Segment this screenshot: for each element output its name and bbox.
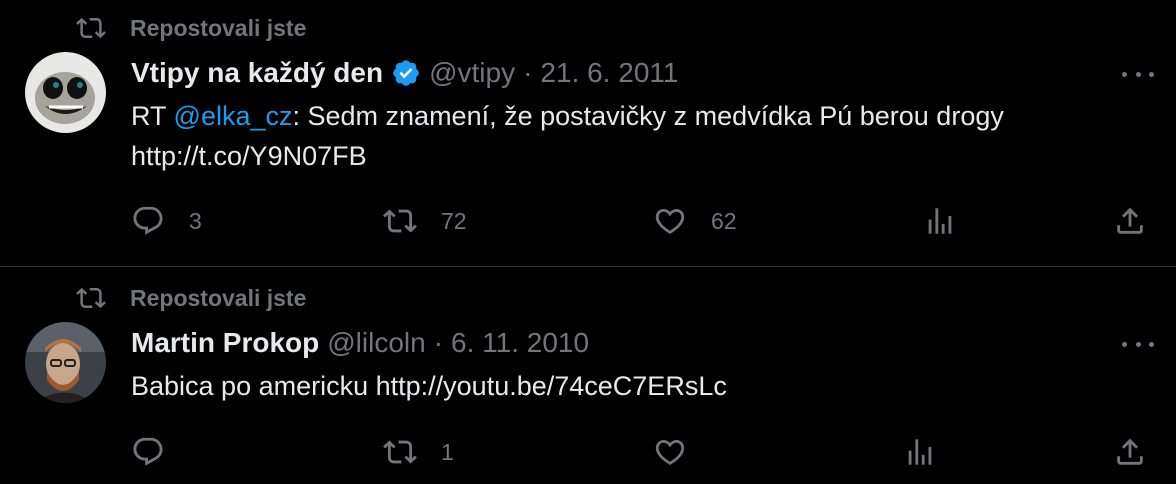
reply-icon [133,206,163,235]
reply-button[interactable] [131,432,189,472]
reply-count: 3 [189,207,202,234]
like-button[interactable]: 62 [653,201,737,241]
repost-count: 72 [441,207,467,234]
mention-link[interactable]: @elka_cz [174,101,293,131]
author-handle[interactable]: @vtipy [429,57,515,89]
views-icon [908,439,932,465]
like-button[interactable] [653,432,711,472]
tweet-text: RT @elka_cz: Sedm znamení, že postavičky… [131,96,1131,176]
like-icon [655,208,685,234]
avatar[interactable] [25,322,106,403]
author-name[interactable]: Vtipy na každý den [131,57,383,89]
views-button[interactable] [903,432,937,472]
repost-label: Repostovali jste [130,284,307,311]
more-icon[interactable] [1122,66,1154,82]
tweet[interactable]: Repostovali jste Vtipy na každý den @vti… [0,0,1176,267]
views-button[interactable] [923,201,957,241]
tweet-actions: 1 [131,432,1151,472]
views-icon [928,208,952,234]
tweet-header: Vtipy na každý den @vtipy · 21. 6. 2011 [131,54,678,92]
reply-button[interactable]: 3 [131,201,202,241]
avatar[interactable] [25,52,106,133]
like-count: 62 [711,207,737,234]
repost-button[interactable]: 1 [383,432,454,472]
repost-count: 1 [441,438,454,465]
tweet-text: Babica po americku http://youtu.be/74ceC… [131,371,727,401]
reply-icon [133,437,163,466]
separator: · [523,57,533,88]
repost-indicator: Repostovali jste [76,13,306,43]
tweet-date[interactable]: 6. 11. 2010 [451,327,589,359]
tweet[interactable]: Repostovali jste Martin Prokop @lilcoln … [0,267,1176,484]
like-icon [655,439,685,465]
share-button[interactable] [1113,432,1147,472]
repost-icon [76,287,106,309]
tweet-date[interactable]: 21. 6. 2011 [540,57,678,89]
repost-label: Repostovali jste [130,14,307,41]
more-icon[interactable] [1122,336,1154,352]
share-button[interactable] [1113,201,1147,241]
share-icon [1117,438,1143,465]
author-handle[interactable]: @lilcoln [327,327,425,359]
author-name[interactable]: Martin Prokop [131,327,319,359]
repost-indicator: Repostovali jste [76,283,306,313]
tweet-header: Martin Prokop @lilcoln · 6. 11. 2010 [131,324,589,362]
tweet-actions: 3 72 62 [131,201,1151,241]
repost-button[interactable]: 72 [383,201,467,241]
tweet-link[interactable]: http://t.co/Y9N07FB [131,136,1131,176]
share-icon [1117,207,1143,234]
verified-badge-icon[interactable] [391,58,421,88]
separator: · [433,327,444,358]
repost-icon [383,209,417,233]
repost-icon [383,440,417,464]
repost-icon [76,17,106,39]
